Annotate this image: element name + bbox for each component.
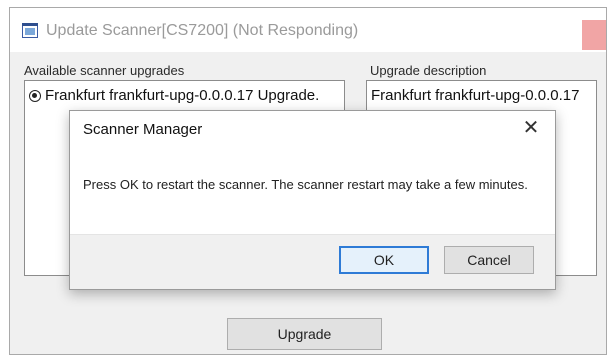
window-close-button[interactable] xyxy=(582,20,606,50)
dialog-message: Press OK to restart the scanner. The sca… xyxy=(83,177,528,192)
upgrade-description-text: Frankfurt frankfurt-upg-0.0.0.17 xyxy=(371,87,580,104)
window-title: Update Scanner[CS7200] (Not Responding) xyxy=(46,22,359,39)
cancel-button[interactable]: Cancel xyxy=(444,246,534,274)
close-icon[interactable]: ✕ xyxy=(521,118,541,138)
dialog-title: Scanner Manager xyxy=(83,121,203,138)
upgrade-button[interactable]: Upgrade xyxy=(227,318,382,350)
available-upgrades-label: Available scanner upgrades xyxy=(24,63,185,78)
dialog-footer: OK Cancel xyxy=(70,234,555,289)
scanner-manager-dialog: Scanner Manager ✕ Press OK to restart th… xyxy=(69,110,556,290)
upgrade-item-label: Frankfurt frankfurt-upg-0.0.0.17 Upgrade… xyxy=(45,87,320,104)
desktop-background xyxy=(0,0,9,355)
window-titlebar[interactable]: Update Scanner[CS7200] (Not Responding) xyxy=(10,8,606,52)
radio-selected-icon[interactable] xyxy=(29,89,41,102)
list-item[interactable]: Frankfurt frankfurt-upg-0.0.0.17 Upgrade… xyxy=(29,87,319,104)
app-window-icon xyxy=(22,23,38,38)
ok-button[interactable]: OK xyxy=(339,246,429,274)
upgrade-description-label: Upgrade description xyxy=(370,63,487,78)
